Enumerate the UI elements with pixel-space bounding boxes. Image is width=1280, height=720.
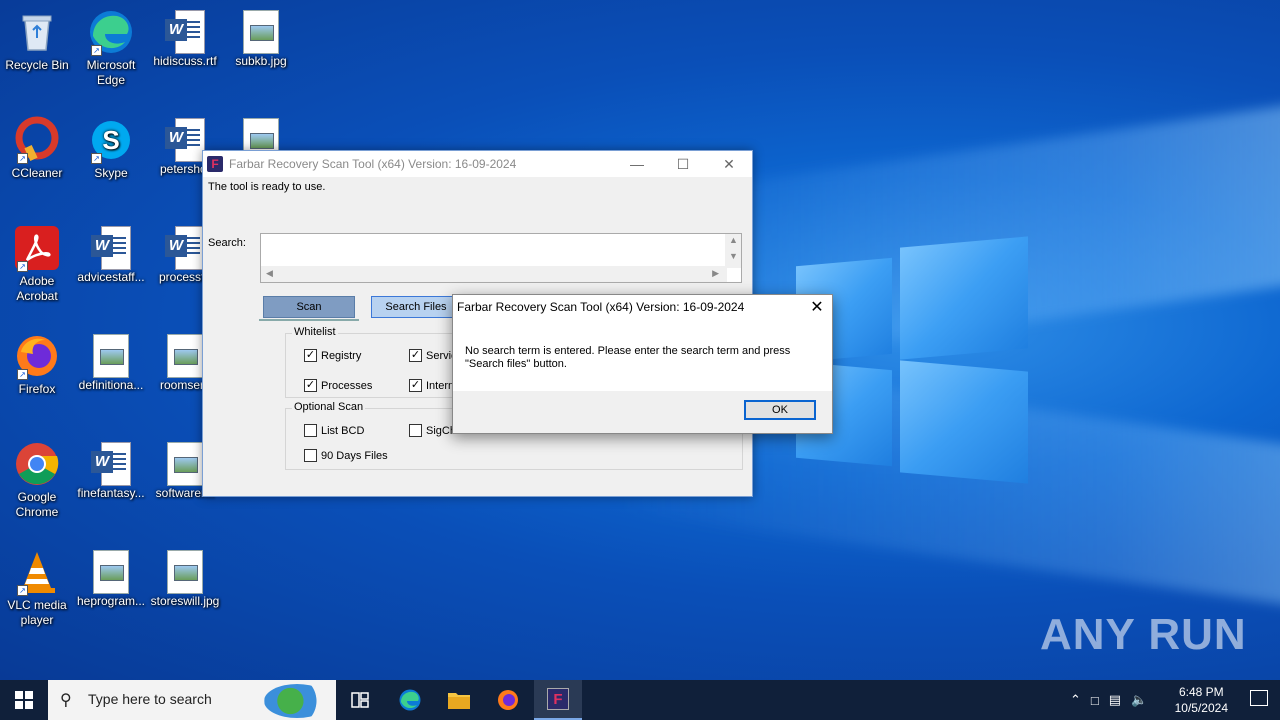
dialog-close-button[interactable]: ✕ — [802, 295, 832, 321]
ccleaner-icon: ↗ — [13, 116, 61, 164]
desktop-icon-recycle-bin[interactable]: Recycle Bin — [0, 8, 74, 73]
checkbox-90-days-files[interactable]: 90 Days Files — [304, 449, 388, 462]
search-files-button[interactable]: Search Files — [371, 296, 461, 318]
word-document-icon: W — [91, 226, 131, 270]
button-divider — [259, 319, 359, 321]
edge-icon: ↗ — [87, 8, 135, 56]
start-button[interactable] — [0, 680, 48, 720]
system-tray: ⌃ □ ▤ 🔈 — [1070, 680, 1147, 720]
desktop-icon-definitiona[interactable]: definitiona... — [74, 332, 148, 393]
word-document-icon: W — [165, 118, 205, 162]
checkbox-registry[interactable]: ✓ Registry — [304, 349, 361, 362]
checkbox-checked-icon: ✓ — [304, 349, 317, 362]
anyrun-watermark: ANY RUN — [1040, 610, 1247, 659]
desktop-icon-storeswill[interactable]: storeswill.jpg — [148, 548, 222, 609]
desktop-icon-microsoft-edge[interactable]: ↗ Microsoft Edge — [74, 8, 148, 88]
skype-icon: S ↗ — [87, 116, 135, 164]
taskbar: ⚲ Type here to search F ⌃ □ ▤ 🔈 6:48 PM … — [0, 680, 1280, 720]
search-input[interactable]: ▲ ▼ ◀ ▶ — [260, 233, 742, 283]
maximize-button[interactable]: ☐ — [660, 151, 706, 177]
scroll-left-icon[interactable]: ◀ — [266, 268, 273, 279]
task-view-icon — [351, 692, 369, 708]
search-highlight-image — [264, 684, 330, 718]
desktop-icon-adobe-acrobat[interactable]: ↗ Adobe Acrobat — [0, 224, 74, 304]
taskbar-file-explorer[interactable] — [435, 680, 483, 720]
desktop-icon-advicestaff[interactable]: W advicestaff... — [74, 224, 148, 285]
notification-icon[interactable] — [1250, 690, 1268, 706]
checkbox-services[interactable]: ✓ Servic — [409, 349, 457, 362]
desktop-icon-hidiscuss[interactable]: W hidiscuss.rtf — [148, 8, 222, 69]
dialog-message: No search term is entered. Please enter … — [465, 345, 791, 370]
desktop-icon-subkb[interactable]: subkb.jpg — [224, 8, 298, 69]
ok-button[interactable]: OK — [744, 400, 816, 420]
vertical-scrollbar[interactable]: ▲ ▼ — [725, 234, 741, 268]
whitelist-label: Whitelist — [292, 326, 338, 338]
search-icon: ⚲ — [60, 692, 72, 709]
main-window-title: Farbar Recovery Scan Tool (x64) Version:… — [229, 157, 517, 171]
image-file-icon — [93, 550, 129, 594]
horizontal-scrollbar[interactable]: ◀ ▶ — [261, 266, 727, 282]
checkbox-checked-icon: ✓ — [409, 349, 422, 362]
taskbar-firefox[interactable] — [484, 680, 532, 720]
dialog-footer: OK — [453, 391, 832, 433]
message-dialog: Farbar Recovery Scan Tool (x64) Version:… — [452, 294, 833, 434]
clock-time: 6:48 PM — [1178, 685, 1224, 699]
checkbox-processes[interactable]: ✓ Processes — [304, 379, 372, 392]
desktop-icon-vlc[interactable]: ↗ VLC media player — [0, 548, 74, 628]
chevron-up-icon[interactable]: ⌃ — [1070, 692, 1081, 708]
image-file-icon — [93, 334, 129, 378]
desktop-icon-firefox[interactable]: ↗ Firefox — [0, 332, 74, 397]
device-icon[interactable]: □ — [1091, 693, 1099, 708]
scan-button[interactable]: Scan — [263, 296, 355, 318]
network-icon[interactable]: ▤ — [1109, 692, 1121, 708]
dialog-title: Farbar Recovery Scan Tool (x64) Version:… — [457, 300, 745, 314]
checkbox-checked-icon: ✓ — [304, 379, 317, 392]
minimize-button[interactable]: — — [614, 151, 660, 177]
image-file-icon — [167, 442, 203, 486]
frst-app-icon: F — [207, 156, 223, 172]
firefox-icon: ↗ — [13, 332, 61, 380]
close-button[interactable]: ✕ — [706, 151, 752, 177]
recycle-bin-icon — [13, 8, 61, 56]
word-document-icon: W — [165, 226, 205, 270]
taskbar-search-placeholder: Type here to search — [88, 691, 212, 707]
search-label: Search: — [208, 237, 246, 249]
optional-scan-label: Optional Scan — [292, 401, 366, 413]
taskbar-search-box[interactable]: ⚲ Type here to search — [48, 680, 336, 720]
image-file-icon — [243, 10, 279, 54]
google-chrome-icon — [13, 440, 61, 488]
image-file-icon — [167, 550, 203, 594]
desktop-icon-google-chrome[interactable]: Google Chrome — [0, 440, 74, 520]
desktop-icon-skype[interactable]: S ↗ Skype — [74, 116, 148, 181]
status-text: The tool is ready to use. — [208, 181, 326, 193]
vlc-cone-icon: ↗ — [13, 548, 61, 596]
word-document-icon: W — [91, 442, 131, 486]
scroll-up-icon[interactable]: ▲ — [729, 235, 738, 245]
svg-text:S: S — [102, 125, 119, 155]
folder-icon — [448, 693, 470, 709]
task-view-button[interactable] — [336, 680, 384, 720]
scroll-right-icon[interactable]: ▶ — [712, 268, 719, 279]
image-file-icon — [167, 334, 203, 378]
checkbox-list-bcd[interactable]: List BCD — [304, 424, 364, 437]
checkbox-checked-icon: ✓ — [409, 379, 422, 392]
word-document-icon: W — [165, 10, 205, 54]
adobe-acrobat-icon: ↗ — [13, 224, 61, 272]
windows-start-icon — [15, 691, 33, 709]
checkbox-sigcheck[interactable]: SigCh — [409, 424, 456, 437]
main-window-titlebar[interactable]: F Farbar Recovery Scan Tool (x64) Versio… — [203, 151, 752, 177]
frst-app-icon: F — [547, 688, 569, 710]
clock-date: 10/5/2024 — [1174, 701, 1228, 715]
taskbar-frst[interactable]: F — [534, 680, 582, 720]
taskbar-edge[interactable] — [386, 680, 434, 720]
edge-icon — [399, 689, 421, 711]
firefox-icon — [498, 690, 518, 710]
desktop-icon-finefantasy[interactable]: W finefantasy... — [74, 440, 148, 501]
volume-icon[interactable]: 🔈 — [1131, 692, 1147, 708]
taskbar-clock[interactable]: 6:48 PM 10/5/2024 — [1175, 684, 1228, 716]
desktop-icon-ccleaner[interactable]: ↗ CCleaner — [0, 116, 74, 181]
scroll-down-icon[interactable]: ▼ — [729, 251, 738, 261]
desktop-icon-heprogram[interactable]: heprogram... — [74, 548, 148, 609]
